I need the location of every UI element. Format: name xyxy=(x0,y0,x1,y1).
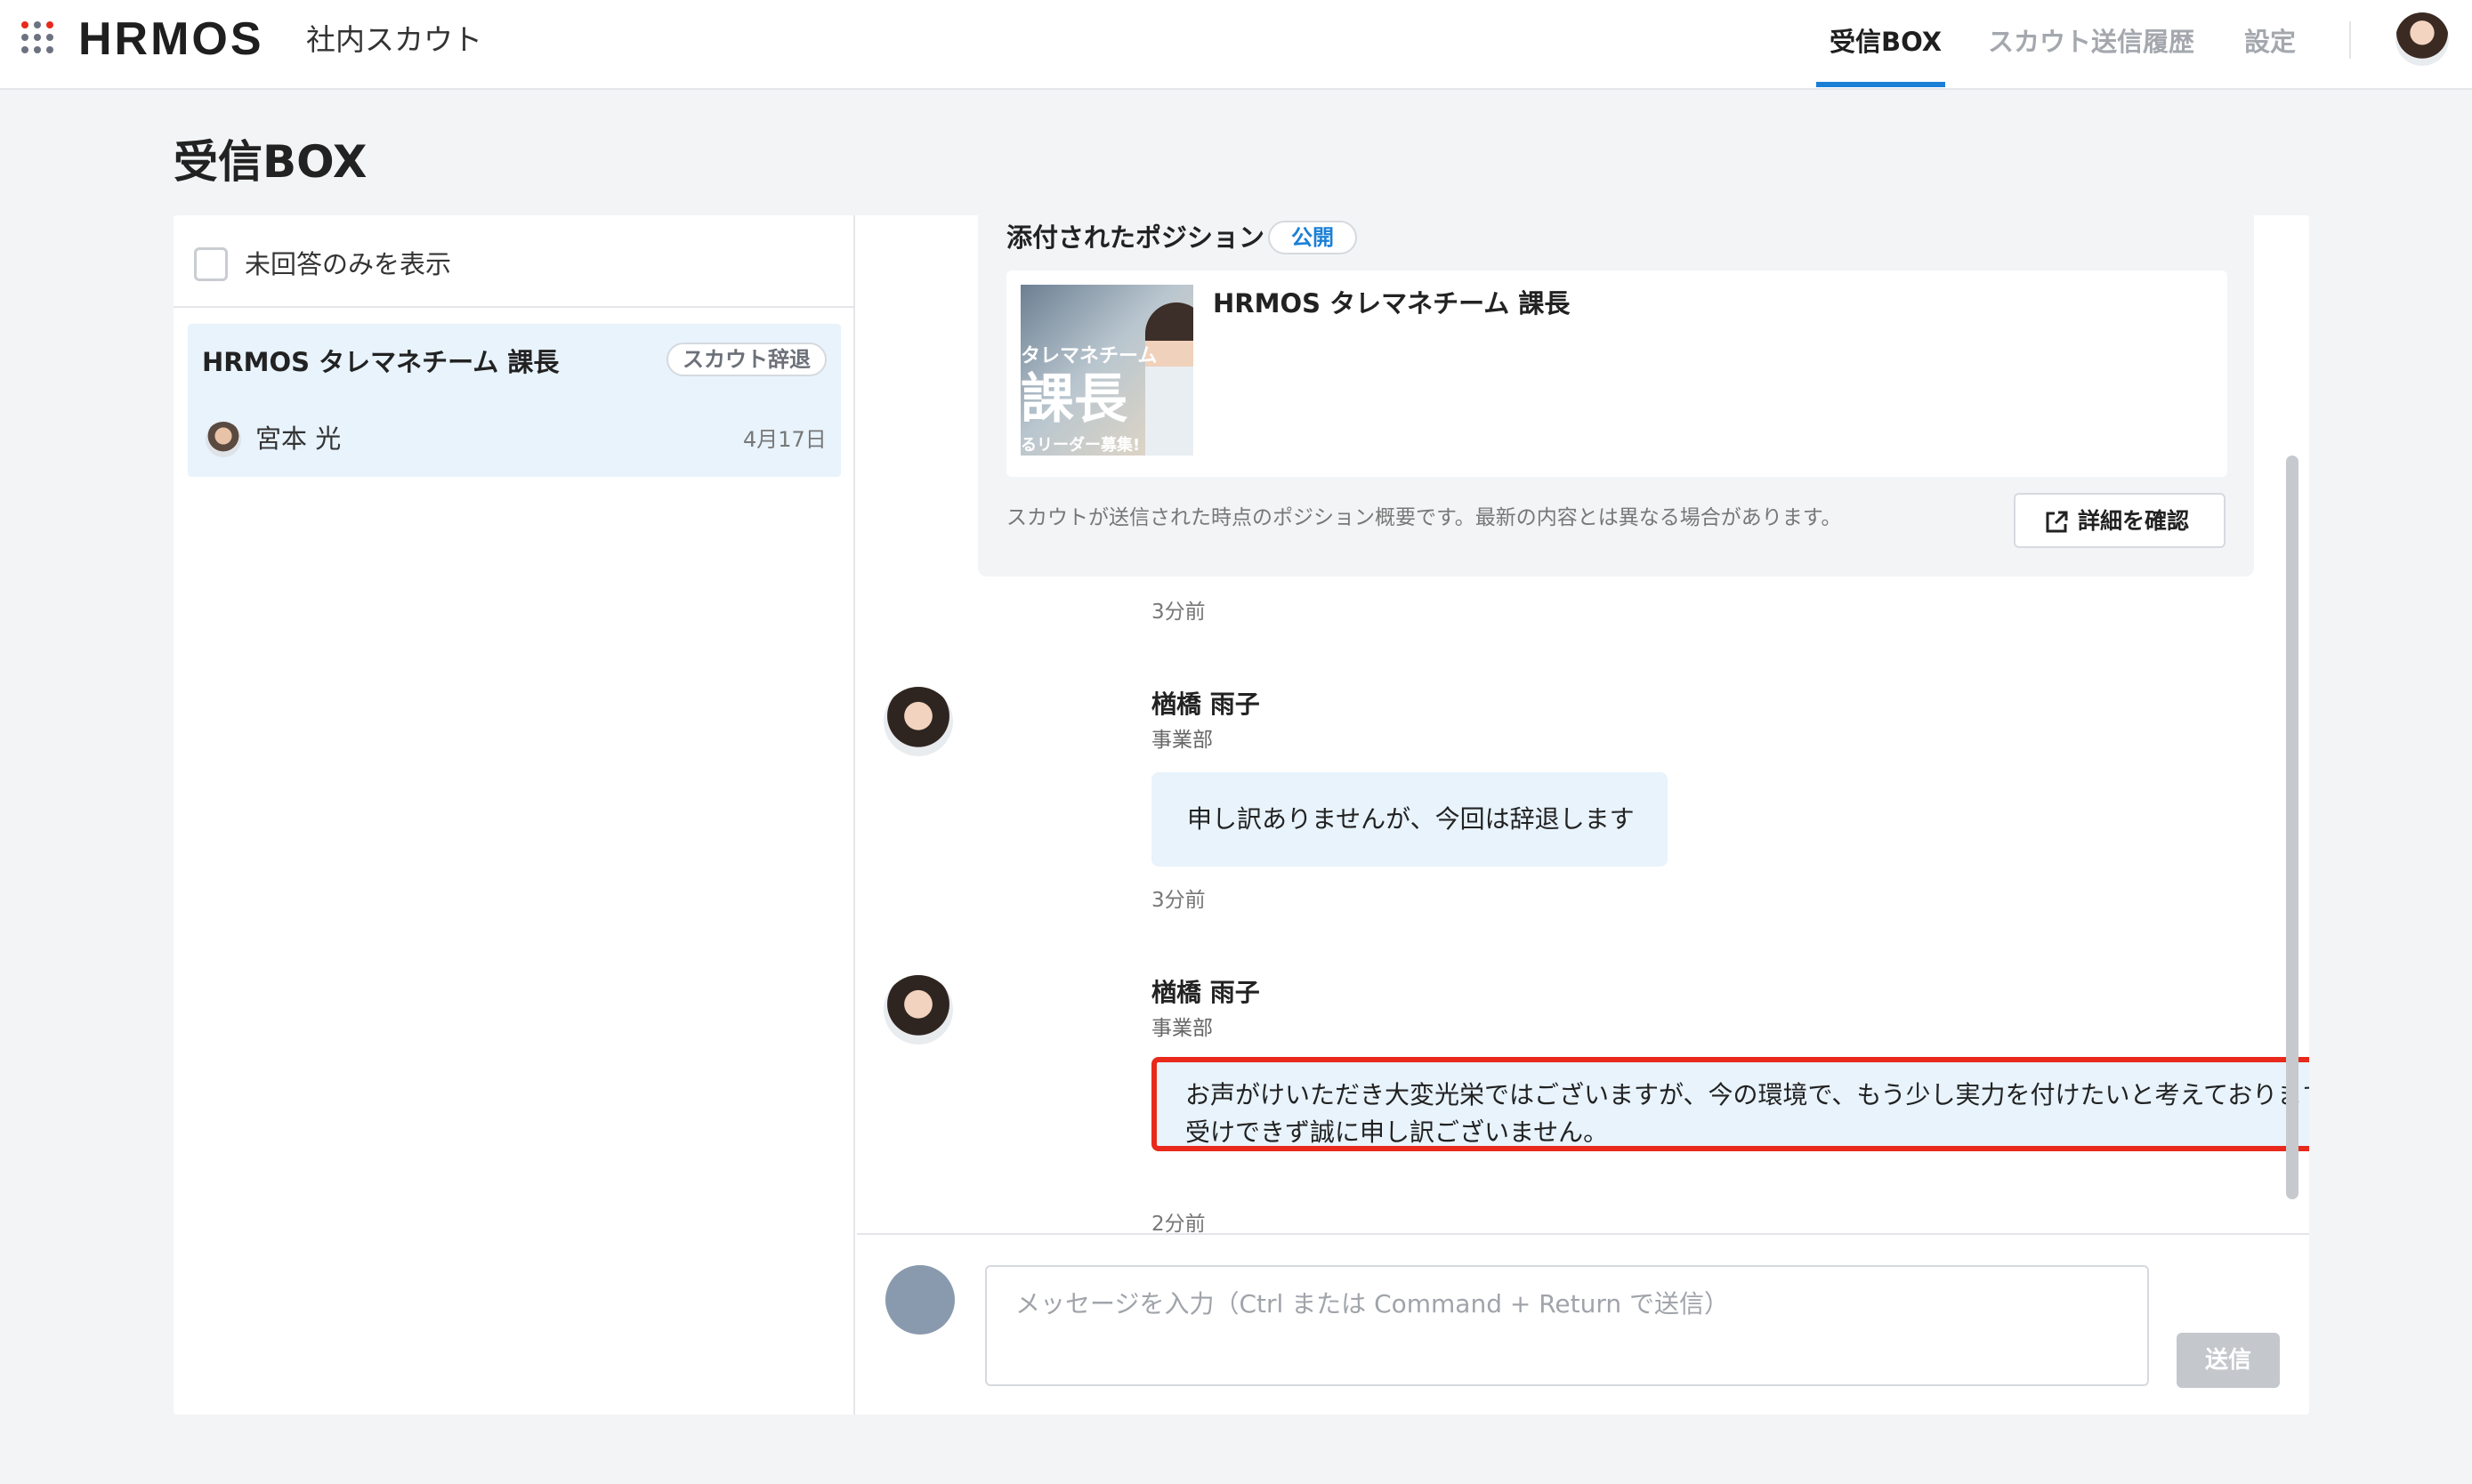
conversation-pane: 添付されたポジション 公開 タレマネチーム 課長 るリーダー募集! HRMOS … xyxy=(857,215,2309,1415)
unanswered-filter[interactable]: 未回答のみを表示 xyxy=(174,215,853,308)
sender-department: 事業部 xyxy=(1151,1017,1213,1040)
visibility-badge: 公開 xyxy=(1268,221,1357,254)
thread-item[interactable]: HRMOS タレマネチーム 課長 スカウト辞退 宮本 光 4月17日 xyxy=(188,324,841,477)
avatar xyxy=(206,422,241,457)
position-thumbnail: タレマネチーム 課長 るリーダー募集! xyxy=(1021,285,1193,456)
nav-divider xyxy=(2349,21,2351,59)
hrmos-logo[interactable]: HRMOS xyxy=(78,12,264,66)
position-card[interactable]: タレマネチーム 課長 るリーダー募集! HRMOS タレマネチーム 課長 xyxy=(1006,270,2227,477)
top-header: HRMOS 社内スカウト 受信BOX スカウト送信履歴 設定 xyxy=(0,0,2472,90)
avatar[interactable] xyxy=(884,687,953,756)
position-note: スカウトが送信された時点のポジション概要です。最新の内容とは異なる場合があります… xyxy=(1006,506,1842,529)
thumbnail-text-1: タレマネチーム xyxy=(1021,345,1158,367)
sender-name: 楢橋 雨子 xyxy=(1151,978,1260,1007)
tab-inbox[interactable]: 受信BOX xyxy=(1830,21,1942,62)
thread-list-pane: 未回答のみを表示 HRMOS タレマネチーム 課長 スカウト辞退 宮本 光 4月… xyxy=(174,215,855,1415)
user-avatar[interactable] xyxy=(2395,12,2449,66)
tab-scout-history[interactable]: スカウト送信履歴 xyxy=(1988,21,2194,62)
attached-position-heading: 添付されたポジション xyxy=(1006,222,1265,253)
message-time: 3分前 xyxy=(1151,889,1206,912)
avatar xyxy=(885,1265,955,1335)
thread-title: HRMOS タレマネチーム 課長 xyxy=(202,347,560,377)
send-button[interactable]: 送信 xyxy=(2177,1333,2280,1388)
highlighted-message-bubble: お声がけいただき大変光栄ではございますが、今の環境で、もう少し実力を付けたいと考… xyxy=(1151,1057,2309,1151)
active-tab-indicator xyxy=(1816,82,1945,87)
thumbnail-person xyxy=(1145,302,1193,456)
page-title: 受信BOX xyxy=(174,136,368,188)
message-time: 2分前 xyxy=(1151,1213,1206,1233)
tab-settings[interactable]: 設定 xyxy=(2244,21,2296,62)
message-scrollbar[interactable] xyxy=(2286,456,2298,1199)
message-composer: メッセージを入力（Ctrl または Command + Return で送信） … xyxy=(857,1233,2309,1415)
thread-sender: 宮本 光 xyxy=(255,423,342,454)
sender-department: 事業部 xyxy=(1151,729,1213,752)
external-link-icon xyxy=(2046,511,2068,533)
message-bubble: 申し訳ありませんが、今回は辞退します xyxy=(1151,772,1668,867)
position-title[interactable]: HRMOS タレマネチーム 課長 xyxy=(1213,285,1570,322)
avatar[interactable] xyxy=(884,975,953,1044)
message-list[interactable]: 添付されたポジション 公開 タレマネチーム 課長 るリーダー募集! HRMOS … xyxy=(857,215,2309,1233)
status-badge: スカウト辞退 xyxy=(666,343,827,376)
sender-name: 楢橋 雨子 xyxy=(1151,690,1260,719)
unanswered-only-label[interactable]: 未回答のみを表示 xyxy=(245,246,451,283)
thread-date: 4月17日 xyxy=(743,427,827,452)
inbox-card: 未回答のみを表示 HRMOS タレマネチーム 課長 スカウト辞退 宮本 光 4月… xyxy=(174,215,2309,1415)
message-input[interactable]: メッセージを入力（Ctrl または Command + Return で送信） xyxy=(985,1265,2149,1386)
unanswered-only-checkbox[interactable] xyxy=(194,247,228,281)
thumbnail-text-2: 課長 xyxy=(1021,368,1127,431)
view-details-label: 詳細を確認 xyxy=(2078,508,2190,534)
product-name: 社内スカウト xyxy=(306,22,482,57)
view-details-button[interactable]: 詳細を確認 xyxy=(2014,493,2226,548)
thumbnail-text-3: るリーダー募集! xyxy=(1021,436,1141,455)
app-grid-icon[interactable] xyxy=(20,20,55,55)
message-time: 3分前 xyxy=(1151,601,1206,624)
